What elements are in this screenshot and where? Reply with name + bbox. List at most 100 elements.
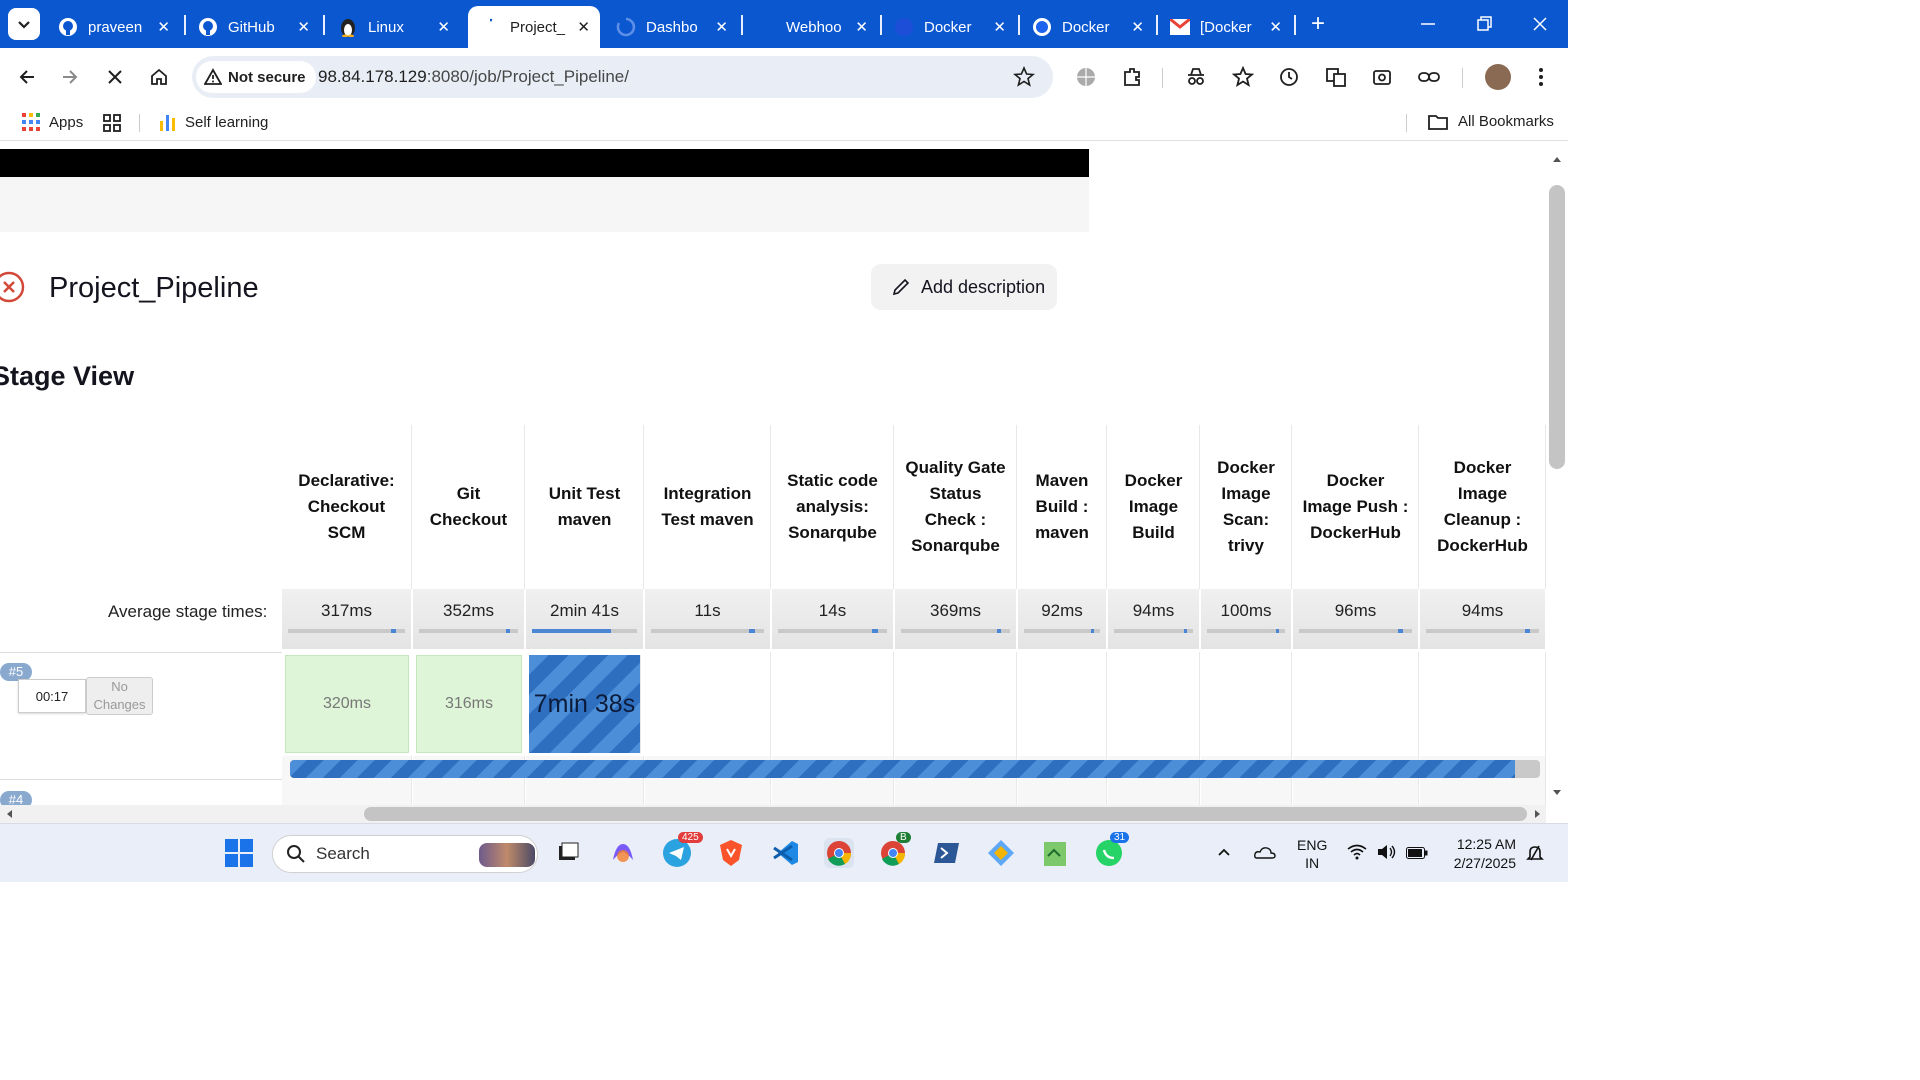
copilot-icon[interactable] <box>608 838 638 868</box>
chrome-icon[interactable] <box>824 838 854 868</box>
close-window-button[interactable] <box>1528 12 1552 36</box>
stage-average-time: 352ms <box>413 589 525 649</box>
bookmark-self-learning[interactable]: Self learning <box>160 113 268 131</box>
browser-menu-button[interactable] <box>1535 65 1547 89</box>
stage-cell-running[interactable]: 7min 38s <box>529 655 641 753</box>
task-view-icon[interactable] <box>553 838 583 868</box>
stop-loading-button[interactable] <box>103 65 127 89</box>
stage-cell-pending <box>895 652 1017 756</box>
close-icon[interactable]: ✕ <box>297 18 310 36</box>
share-link-button[interactable] <box>1417 65 1441 89</box>
stage-time-bar <box>1114 629 1193 633</box>
stage-header: Static code analysis: Sonarqube <box>772 425 894 589</box>
brave-icon[interactable] <box>716 838 746 868</box>
forward-button[interactable] <box>58 65 82 89</box>
new-tab-button[interactable]: + <box>1304 10 1332 38</box>
stage-header: Quality Gate Status Check : Sonarqube <box>895 425 1017 589</box>
tab-github[interactable]: GitHub ✕ <box>186 6 320 48</box>
all-bookmarks-button[interactable]: All Bookmarks <box>1428 113 1554 130</box>
close-icon[interactable]: ✕ <box>157 18 170 36</box>
stage-time-bar-fill <box>1525 629 1530 633</box>
forward-arrow-icon <box>63 70 78 84</box>
chrome-profile-badge: B <box>896 832 911 843</box>
powershell-icon[interactable] <box>932 838 962 868</box>
vertical-scrollbar[interactable] <box>1546 141 1568 807</box>
security-chip[interactable]: Not secure <box>196 61 316 93</box>
tab-webhook[interactable]: Webhoo ✕ <box>744 6 878 48</box>
close-icon[interactable]: ✕ <box>1269 18 1282 36</box>
tab-docker-2[interactable]: Docker ✕ <box>1020 6 1154 48</box>
show-hidden-icons-button[interactable] <box>1216 844 1232 865</box>
extensions-button[interactable] <box>1120 65 1144 89</box>
close-icon[interactable]: ✕ <box>1131 18 1144 36</box>
home-button[interactable] <box>147 65 171 89</box>
back-button[interactable] <box>15 65 39 89</box>
minimize-button[interactable] <box>1416 12 1440 36</box>
tab-groups-button[interactable] <box>103 114 121 136</box>
grid-icon <box>103 114 121 132</box>
history-button[interactable] <box>1277 65 1301 89</box>
stage-time-bar-fill <box>532 629 611 633</box>
incognito-button[interactable] <box>1184 65 1208 89</box>
vscode-icon[interactable] <box>770 838 800 868</box>
tab-docker-1[interactable]: Docker ✕ <box>882 6 1016 48</box>
clock[interactable]: 12:25 AM 2/27/2025 <box>1446 835 1516 873</box>
wifi-icon[interactable] <box>1347 844 1367 865</box>
tab-praveen[interactable]: praveen ✕ <box>46 6 180 48</box>
blank-icon <box>756 17 776 37</box>
tab-linux[interactable]: Linux ✕ <box>326 6 460 48</box>
stage-average-time: 94ms <box>1108 589 1200 649</box>
close-icon[interactable]: ✕ <box>437 18 450 36</box>
bookmark-star-button[interactable] <box>1012 65 1036 89</box>
git-tool-icon[interactable] <box>986 838 1016 868</box>
add-description-button[interactable]: Add description <box>871 264 1057 310</box>
close-icon[interactable]: ✕ <box>993 18 1006 36</box>
tab-search-button[interactable] <box>8 8 40 40</box>
address-bar[interactable]: Not secure 98.84.178.129:8080/job/Projec… <box>192 56 1053 98</box>
bookmark-apps[interactable]: Apps <box>22 113 83 131</box>
language-indicator[interactable]: ENG IN <box>1297 836 1327 872</box>
link-icon <box>1418 72 1440 82</box>
notifications-icon[interactable] <box>1526 844 1544 867</box>
notepad-icon[interactable] <box>1040 838 1070 868</box>
horizontal-scroll-thumb[interactable] <box>364 807 1527 821</box>
favorites-button[interactable] <box>1231 65 1255 89</box>
start-button[interactable] <box>225 839 253 872</box>
tab-project-pipeline[interactable]: Project_ ✕ <box>468 6 600 48</box>
stage-cell-success[interactable]: 316ms <box>416 655 522 753</box>
home-icon <box>151 68 167 85</box>
close-icon[interactable]: ✕ <box>577 18 590 36</box>
volume-icon[interactable] <box>1377 844 1397 865</box>
stage-time-bar-fill <box>996 629 1002 633</box>
vertical-scroll-thumb[interactable] <box>1549 185 1565 469</box>
stage-header: Unit Test maven <box>526 425 644 589</box>
tab-gmail[interactable]: [Docker ✕ <box>1158 6 1292 48</box>
stage-average-time: 317ms <box>282 589 412 649</box>
whatsapp-icon[interactable]: 31 <box>1094 832 1130 868</box>
restore-button[interactable] <box>1472 12 1496 36</box>
scroll-down-arrow-icon <box>1553 790 1561 795</box>
globe-extension[interactable] <box>1074 65 1098 89</box>
close-icon[interactable]: ✕ <box>855 18 868 36</box>
telegram-icon[interactable]: 425 <box>662 832 703 868</box>
translate-button[interactable] <box>1324 65 1348 89</box>
folder-icon <box>1428 114 1448 130</box>
battery-icon[interactable] <box>1406 846 1428 864</box>
onedrive-icon[interactable] <box>1254 845 1276 864</box>
tab-dashboard[interactable]: Dashbo ✕ <box>604 6 738 48</box>
linux-icon <box>338 17 358 37</box>
stage-header: Docker Image Build <box>1108 425 1200 589</box>
chrome-profile-icon[interactable]: B <box>878 832 911 868</box>
stage-cell-success[interactable]: 320ms <box>285 655 409 753</box>
changes-button[interactable]: No Changes <box>86 677 153 715</box>
close-icon[interactable]: ✕ <box>715 18 728 36</box>
taskbar-search[interactable]: Search <box>272 835 538 873</box>
windows-logo-icon <box>225 839 253 867</box>
stage-cell-pending <box>1293 652 1419 756</box>
stage-time-bar <box>1024 629 1100 633</box>
avatar[interactable] <box>1485 64 1511 90</box>
horizontal-scrollbar[interactable] <box>0 805 1546 823</box>
stage-time-bar-fill <box>1398 629 1403 633</box>
screenshot-button[interactable] <box>1370 65 1394 89</box>
url-text[interactable]: 98.84.178.129:8080/job/Project_Pipeline/ <box>318 67 629 87</box>
